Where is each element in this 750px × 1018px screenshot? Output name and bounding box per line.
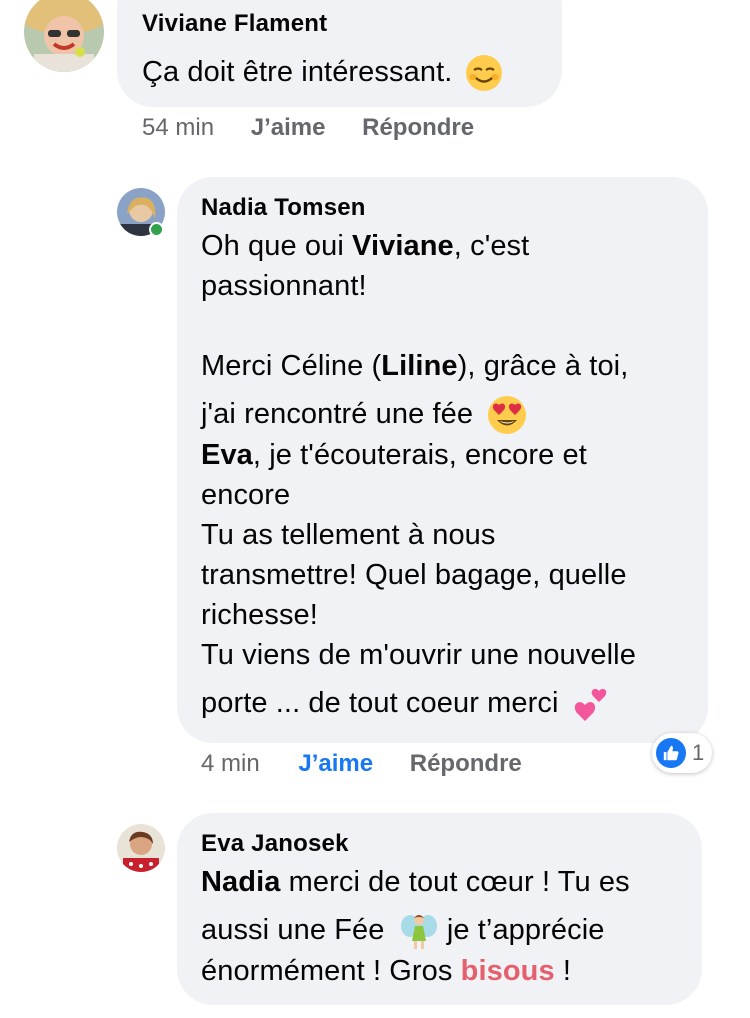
highlighted-word[interactable]: bisous <box>461 955 555 987</box>
reply-button[interactable]: Répondre <box>410 750 522 778</box>
comment-text: Oh que oui Viviane, c'est passionnant! M… <box>201 226 636 725</box>
comment-author[interactable]: Viviane Flament <box>142 10 327 38</box>
smiling-face-emoji <box>465 54 503 92</box>
comment-text: Nadia merci de tout cœur ! Tu es aussi u… <box>201 866 630 988</box>
reaction-count: 1 <box>692 740 705 765</box>
comment-text: Ça doit être intéressant. <box>142 52 503 92</box>
comment-actions: 54 min J’aime Répondre <box>142 114 474 142</box>
comment-time[interactable]: 54 min <box>142 114 214 142</box>
mention-link[interactable]: Viviane <box>352 230 454 262</box>
mention-link[interactable]: Liline <box>381 350 457 382</box>
fairy-emoji <box>399 911 439 951</box>
two-hearts-emoji <box>571 685 611 725</box>
reaction-summary[interactable]: 1 <box>652 733 713 773</box>
avatar-viviane[interactable] <box>24 0 104 72</box>
comment-author[interactable]: Eva Janosek <box>201 830 349 858</box>
avatar-eva[interactable] <box>117 824 165 872</box>
like-button[interactable]: J’aime <box>251 114 326 142</box>
comment-time[interactable]: 4 min <box>201 750 260 778</box>
mention-link[interactable]: Nadia <box>201 866 280 898</box>
thumbs-up-icon <box>656 738 686 768</box>
mention-link[interactable]: Eva <box>201 439 253 471</box>
comment-actions: 4 min J’aime Répondre <box>201 750 522 778</box>
comment-author[interactable]: Nadia Tomsen <box>201 194 366 222</box>
heart-eyes-emoji <box>487 395 527 435</box>
like-button[interactable]: J’aime <box>298 750 373 778</box>
reply-button[interactable]: Répondre <box>362 114 474 142</box>
online-status-indicator <box>149 222 164 237</box>
